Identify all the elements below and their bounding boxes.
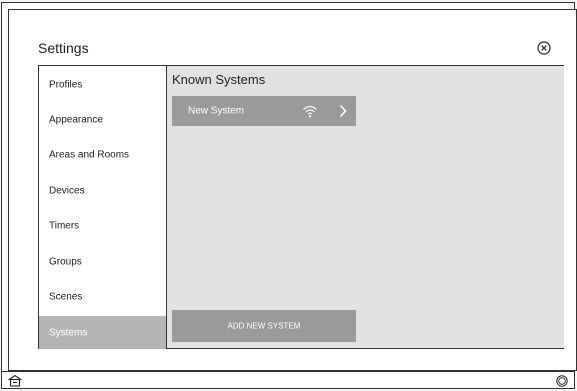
sidebar-item-systems[interactable]: Systems (39, 316, 166, 349)
sidebar-item-label: Devices (49, 185, 85, 196)
sidebar-item-label: Timers (49, 220, 80, 231)
sidebar-item-label: Systems (49, 327, 88, 338)
sidebar-item-label: Scenes (49, 291, 83, 302)
close-icon[interactable] (537, 41, 551, 55)
sidebar-item-areas-and-rooms[interactable]: Areas and Rooms (39, 138, 166, 171)
chevron-right-icon[interactable] (339, 104, 347, 118)
sidebar-item-profiles[interactable]: Profiles (39, 68, 166, 101)
sidebar-item-appearance[interactable]: Appearance (39, 103, 166, 136)
sidebar-item-label: Areas and Rooms (49, 149, 130, 160)
settings-panel: Profiles Appearance Areas and Rooms Devi… (38, 65, 564, 349)
system-card[interactable]: New System (172, 96, 356, 126)
sidebar-item-label: Profiles (49, 79, 83, 90)
sidebar-item-devices[interactable]: Devices (39, 174, 166, 207)
system-name: New System (188, 105, 245, 117)
sidebar-item-scenes[interactable]: Scenes (39, 280, 166, 313)
add-new-system-label: ADD NEW SYSTEM (227, 321, 301, 331)
sidebar: Profiles Appearance Areas and Rooms Devi… (39, 66, 166, 349)
sidebar-item-label: Appearance (49, 114, 103, 125)
sidebar-item-label: Groups (49, 256, 82, 267)
section-title: Known Systems (172, 72, 266, 87)
sidebar-item-timers[interactable]: Timers (39, 209, 166, 242)
bottom-bar (1, 371, 575, 390)
page-title: Settings (38, 40, 89, 56)
sidebar-item-groups[interactable]: Groups (39, 245, 166, 278)
add-new-system-button[interactable]: ADD NEW SYSTEM (172, 310, 356, 342)
known-systems-content: Known Systems New System ADD NEW SYSTEM (166, 66, 564, 348)
wifi-icon (303, 105, 317, 118)
circle-button-icon[interactable] (556, 375, 568, 387)
home-icon[interactable] (7, 374, 23, 387)
